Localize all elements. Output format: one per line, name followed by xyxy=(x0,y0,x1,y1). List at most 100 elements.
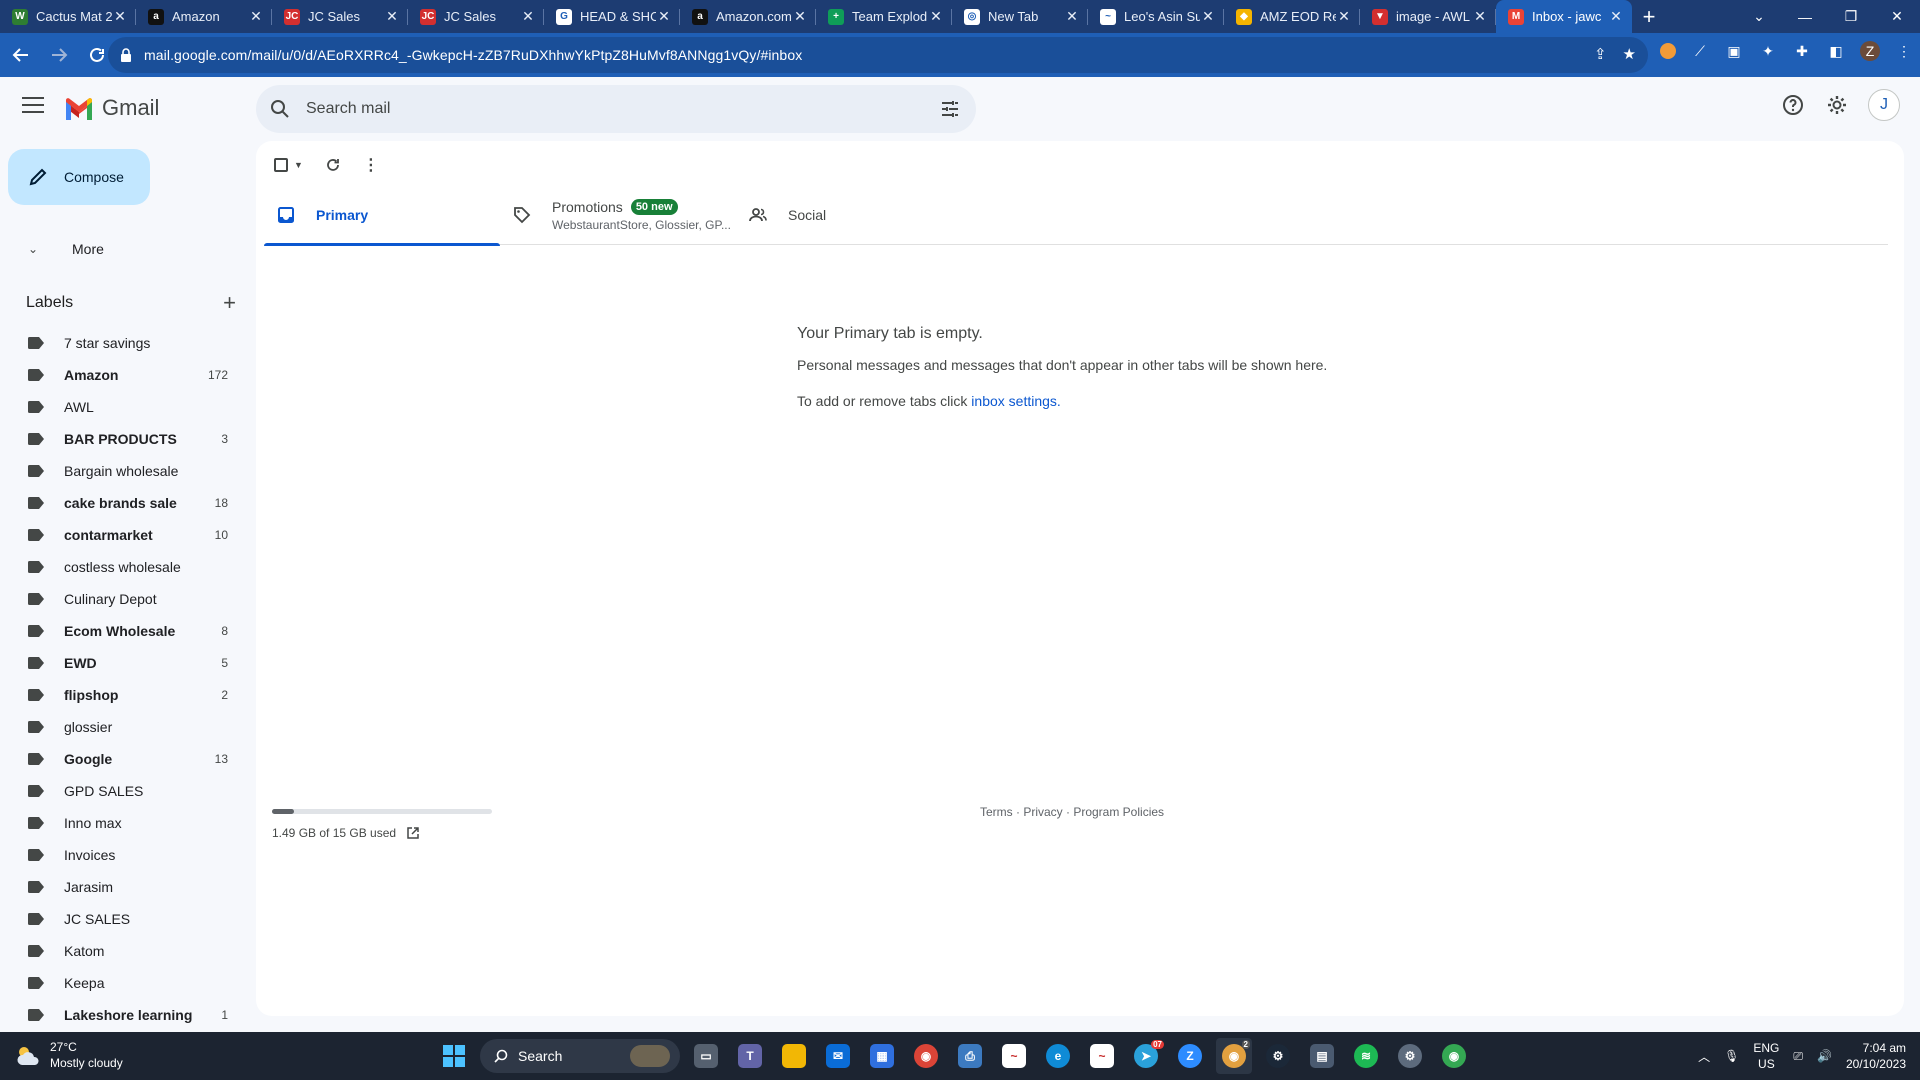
label-item[interactable]: flipshop 2 xyxy=(0,679,256,711)
bookmark-star-icon[interactable]: ★ xyxy=(1623,45,1636,63)
label-item[interactable]: Jarasim xyxy=(0,871,256,903)
mail-app-icon[interactable]: ✉ xyxy=(820,1038,856,1074)
close-tab-icon[interactable]: ✕ xyxy=(1336,8,1352,25)
label-item[interactable]: AWL xyxy=(0,391,256,423)
tab-primary[interactable]: Primary xyxy=(264,185,500,246)
chevron-up-icon[interactable]: ︿ xyxy=(1698,1048,1710,1065)
label-item[interactable]: GPD SALES xyxy=(0,775,256,807)
restore-button[interactable]: ❐ xyxy=(1828,0,1874,33)
chrome-alt-icon[interactable]: ◉ xyxy=(1436,1038,1472,1074)
browser-tab[interactable]: ◆ AMZ EOD Re ✕ xyxy=(1224,0,1360,33)
close-tab-icon[interactable]: ✕ xyxy=(1064,8,1080,25)
select-dropdown[interactable]: ▼ xyxy=(274,158,303,172)
label-item[interactable]: cake brands sale 18 xyxy=(0,487,256,519)
browser-tab[interactable]: a Amazon ✕ xyxy=(136,0,272,33)
chrome-taskbar-icon[interactable]: ◉ xyxy=(908,1038,944,1074)
close-tab-icon[interactable]: ✕ xyxy=(1608,8,1624,25)
taskbar-search[interactable]: Search xyxy=(480,1039,680,1073)
back-button[interactable] xyxy=(4,38,38,72)
chart-app-icon[interactable]: ~ xyxy=(996,1038,1032,1074)
account-avatar[interactable]: J xyxy=(1868,89,1900,121)
tab-promotions[interactable]: Promotions 50 new WebstaurantStore, Glos… xyxy=(500,185,736,245)
label-item[interactable]: 7 star savings xyxy=(0,327,256,359)
browser-tab[interactable]: JC JC Sales ✕ xyxy=(272,0,408,33)
profile-avatar[interactable]: Z xyxy=(1860,41,1880,61)
label-item[interactable]: costless wholesale xyxy=(0,551,256,583)
store-app-icon[interactable]: ▦ xyxy=(864,1038,900,1074)
extensions-puzzle-icon[interactable]: ✚ xyxy=(1792,41,1812,61)
label-item[interactable]: Lakeshore learning 1 xyxy=(0,999,256,1031)
close-tab-icon[interactable]: ✕ xyxy=(792,8,808,25)
system-clock[interactable]: 7:04 am 20/10/2023 xyxy=(1846,1040,1906,1072)
caret-down-icon[interactable]: ▼ xyxy=(294,160,303,170)
network-icon[interactable]: ⎚ xyxy=(1793,1049,1803,1064)
gmail-logo[interactable]: Gmail xyxy=(64,95,159,121)
close-tab-icon[interactable]: ✕ xyxy=(384,8,400,25)
browser-tab[interactable]: M Inbox - jawc ✕ xyxy=(1496,0,1632,33)
label-item[interactable]: Culinary Depot xyxy=(0,583,256,615)
label-item[interactable]: Inno max xyxy=(0,807,256,839)
open-external-icon[interactable] xyxy=(406,826,420,840)
search-input[interactable]: Search mail xyxy=(306,100,390,118)
extension-sparkle-icon[interactable]: ✦ xyxy=(1758,41,1778,61)
label-item[interactable]: Ecom Wholesale 8 xyxy=(0,615,256,647)
tab-social[interactable]: Social xyxy=(736,185,972,245)
compose-button[interactable]: Compose xyxy=(8,149,150,205)
settings-app-icon[interactable]: ⚙ xyxy=(1392,1038,1428,1074)
new-tab-button[interactable]: + xyxy=(1632,0,1666,33)
refresh-icon[interactable] xyxy=(325,157,341,173)
close-tab-icon[interactable]: ✕ xyxy=(928,8,944,25)
address-bar[interactable]: mail.google.com/mail/u/0/d/AEoRXRRc4_-Gw… xyxy=(108,37,1648,73)
close-tab-icon[interactable]: ✕ xyxy=(112,8,128,25)
tab-search-icon[interactable]: ⌄ xyxy=(1736,0,1782,33)
label-item[interactable]: glossier xyxy=(0,711,256,743)
select-all-checkbox[interactable] xyxy=(274,158,288,172)
chrome-profile-icon[interactable]: ◉ 2 xyxy=(1216,1038,1252,1074)
spotify-icon[interactable]: ≋ xyxy=(1348,1038,1384,1074)
close-tab-icon[interactable]: ✕ xyxy=(1472,8,1488,25)
support-button[interactable] xyxy=(1780,92,1806,118)
close-tab-icon[interactable]: ✕ xyxy=(248,8,264,25)
close-tab-icon[interactable]: ✕ xyxy=(656,8,672,25)
close-tab-icon[interactable]: ✕ xyxy=(520,8,536,25)
extension-orange-icon[interactable] xyxy=(1660,43,1676,59)
start-button[interactable] xyxy=(436,1038,472,1074)
browser-tab[interactable]: W Cactus Mat 2 ✕ xyxy=(0,0,136,33)
browser-tab[interactable]: a Amazon.com ✕ xyxy=(680,0,816,33)
extension-off-icon[interactable]: ▣ xyxy=(1724,41,1744,61)
label-item[interactable]: BAR PRODUCTS 3 xyxy=(0,423,256,455)
browser-tab[interactable]: JC JC Sales ✕ xyxy=(408,0,544,33)
search-bar[interactable]: Search mail xyxy=(256,85,976,133)
telegram-icon[interactable]: ➤ 07 xyxy=(1128,1038,1164,1074)
printer-app-icon[interactable]: ⎙ xyxy=(952,1038,988,1074)
search-icon[interactable] xyxy=(270,99,290,119)
label-item[interactable]: contarmarket 10 xyxy=(0,519,256,551)
label-item[interactable]: EWD 5 xyxy=(0,647,256,679)
extension-arrow-icon[interactable]: ⟋ xyxy=(1690,41,1710,61)
search-options-icon[interactable] xyxy=(940,99,960,119)
create-label-icon[interactable]: + xyxy=(223,290,236,316)
browser-tab[interactable]: ▼ image - AWL ✕ xyxy=(1360,0,1496,33)
teams-chat-icon[interactable]: T xyxy=(732,1038,768,1074)
side-panel-icon[interactable]: ◧ xyxy=(1826,41,1846,61)
label-item[interactable]: Keepa xyxy=(0,967,256,999)
minimize-button[interactable]: — xyxy=(1782,0,1828,33)
inbox-settings-link[interactable]: inbox settings xyxy=(971,393,1057,409)
close-tab-icon[interactable]: ✕ xyxy=(1200,8,1216,25)
footer-links[interactable]: Terms · Privacy · Program Policies xyxy=(980,805,1164,819)
label-item[interactable]: JC SALES xyxy=(0,903,256,935)
label-item[interactable]: Bargain wholesale xyxy=(0,455,256,487)
edge-browser-icon[interactable]: e xyxy=(1040,1038,1076,1074)
more-nav-item[interactable]: ⌄ More xyxy=(0,235,256,263)
zoom-icon[interactable]: Z xyxy=(1172,1038,1208,1074)
steam-icon[interactable]: ⚙ xyxy=(1260,1038,1296,1074)
microphone-icon[interactable]: 🎙 xyxy=(1724,1049,1739,1063)
label-item[interactable]: Google 13 xyxy=(0,743,256,775)
task-view-button[interactable]: ▭ xyxy=(688,1038,724,1074)
chart-app-2-icon[interactable]: ~ xyxy=(1084,1038,1120,1074)
browser-tab[interactable]: G HEAD & SHO ✕ xyxy=(544,0,680,33)
label-item[interactable]: Katom xyxy=(0,935,256,967)
calculator-icon[interactable]: ▤ xyxy=(1304,1038,1340,1074)
close-window-button[interactable]: ✕ xyxy=(1874,0,1920,33)
share-icon[interactable]: ⇪ xyxy=(1594,45,1607,63)
